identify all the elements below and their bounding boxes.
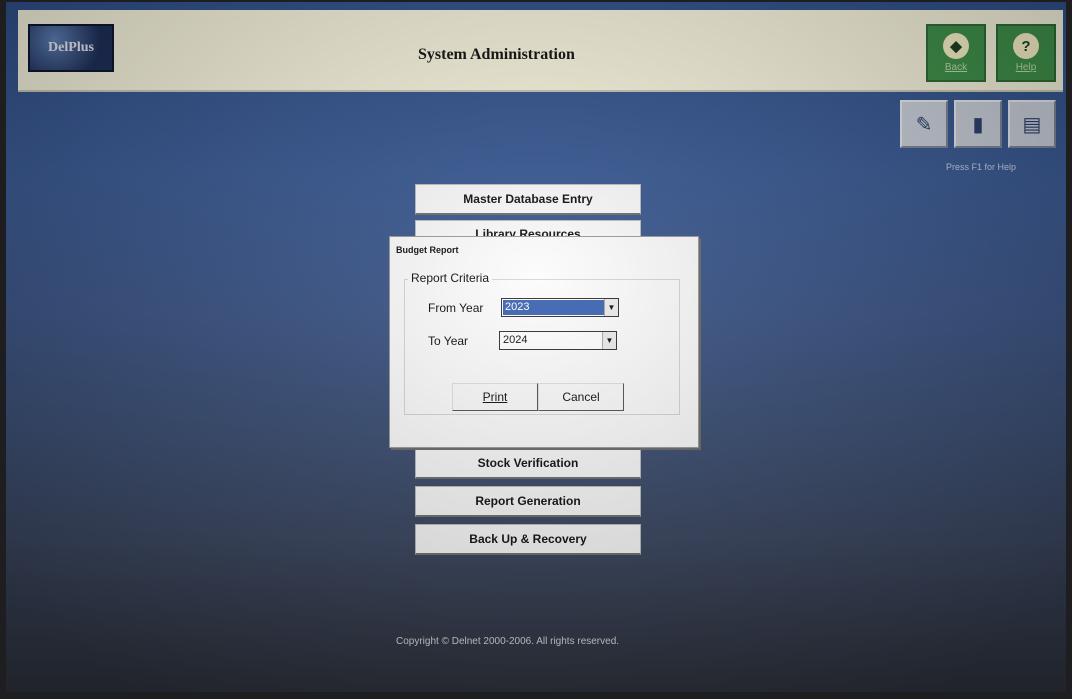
master-database-entry-label: Master Database Entry <box>463 192 593 206</box>
header-bar: DelPlus System Administration ◆ Back ? H… <box>18 10 1063 92</box>
books-tool-button[interactable]: ▮ <box>954 100 1002 148</box>
report-criteria-label: Report Criteria <box>408 271 493 285</box>
from-year-select[interactable]: 2023 ▼ <box>501 298 619 317</box>
chevron-down-icon[interactable]: ▼ <box>604 299 618 316</box>
print-button[interactable]: Print <box>452 383 538 411</box>
computer-tool-button[interactable]: ▤ <box>1008 100 1056 148</box>
report-generation-button[interactable]: Report Generation <box>415 486 641 517</box>
to-year-value: 2024 <box>503 334 528 346</box>
report-generation-label: Report Generation <box>475 494 581 508</box>
from-year-label: From Year <box>428 301 484 315</box>
to-year-select[interactable]: 2024 ▼ <box>499 331 617 350</box>
budget-report-dialog: Budget Report Report Criteria From Year … <box>389 236 699 448</box>
copyright-text: Copyright © Delnet 2000-2006. All rights… <box>396 636 620 647</box>
help-button[interactable]: ? Help <box>996 24 1056 82</box>
stock-verification-button[interactable]: Stock Verification <box>415 448 641 479</box>
edit-tool-button[interactable]: ✎ <box>900 100 948 148</box>
backup-recovery-button[interactable]: Back Up & Recovery <box>415 524 641 555</box>
help-icon: ? <box>1013 33 1039 59</box>
logo-text: DelPlus <box>48 40 94 55</box>
back-icon: ◆ <box>943 33 969 59</box>
to-year-label: To Year <box>428 334 469 348</box>
dialog-title: Budget Report <box>396 245 459 255</box>
print-label: Print <box>482 390 508 404</box>
back-button[interactable]: ◆ Back <box>926 24 986 82</box>
app-screen: DelPlus System Administration ◆ Back ? H… <box>6 2 1066 692</box>
books-icon: ▮ <box>972 113 984 136</box>
help-hint: Press F1 for Help <box>946 162 1017 172</box>
help-label: Help <box>1015 62 1037 73</box>
master-database-entry-button[interactable]: Master Database Entry <box>415 184 641 215</box>
notepad-icon: ✎ <box>915 113 933 136</box>
backup-recovery-label: Back Up & Recovery <box>469 532 587 546</box>
from-year-value: 2023 <box>505 301 530 313</box>
chevron-down-icon[interactable]: ▼ <box>602 332 616 349</box>
delplus-logo: DelPlus <box>28 24 114 72</box>
stock-verification-label: Stock Verification <box>477 456 579 470</box>
computer-icon: ▤ <box>1022 113 1042 136</box>
cancel-button[interactable]: Cancel <box>538 383 624 411</box>
cancel-label: Cancel <box>562 390 600 404</box>
back-label: Back <box>944 62 968 73</box>
page-title: System Administration <box>418 46 575 63</box>
